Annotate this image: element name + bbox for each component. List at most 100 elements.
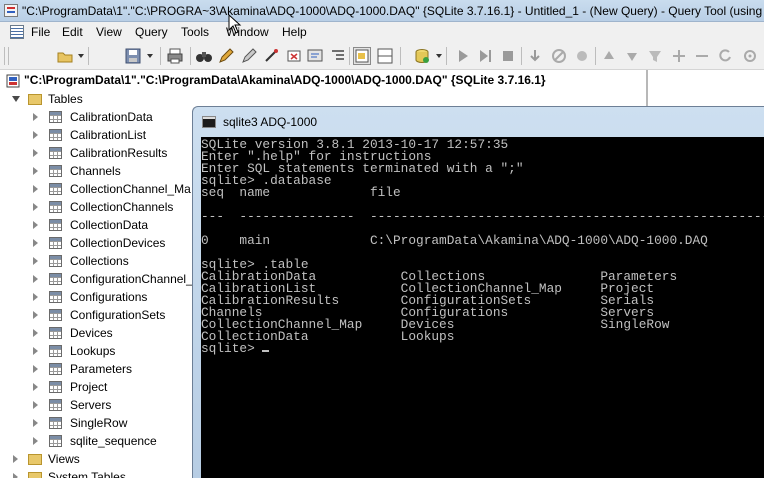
expand-arrow-icon[interactable]	[33, 419, 38, 427]
table-icon	[49, 381, 62, 393]
stop-icon[interactable]	[499, 47, 517, 65]
expand-arrow-icon[interactable]	[33, 365, 38, 373]
filter-icon[interactable]	[646, 47, 664, 65]
system-tables-folder-icon	[28, 472, 42, 478]
cylinder-icon[interactable]	[413, 47, 431, 65]
refresh-icon[interactable]	[716, 47, 734, 65]
table-label: Channels	[70, 164, 121, 178]
table-item[interactable]: Lookups	[0, 343, 196, 361]
toolbar-separator	[446, 47, 447, 65]
app-icon[interactable]	[4, 4, 18, 17]
database-dropdown-icon[interactable]	[436, 54, 442, 58]
expand-arrow-icon[interactable]	[33, 437, 38, 445]
expand-arrow-icon[interactable]	[33, 149, 38, 157]
table-label: CalibrationResults	[70, 146, 168, 160]
collapse-icon[interactable]	[693, 47, 711, 65]
indent-icon[interactable]	[329, 47, 347, 65]
expand-arrow-icon[interactable]	[13, 473, 18, 478]
table-item[interactable]: CalibrationResults	[0, 145, 196, 163]
table-label: CalibrationList	[70, 128, 147, 142]
move-down-icon[interactable]	[623, 47, 641, 65]
table-item[interactable]: Channels	[0, 163, 196, 181]
table-item[interactable]: Servers	[0, 397, 196, 415]
table-item[interactable]: CollectionChannels	[0, 199, 196, 217]
menu-edit[interactable]: Edit	[62, 25, 83, 39]
open-folder-icon[interactable]	[56, 47, 74, 65]
table-icon	[49, 255, 62, 267]
menu-help[interactable]: Help	[282, 25, 307, 39]
expand-arrow-icon[interactable]	[33, 383, 38, 391]
menu-file[interactable]: File	[31, 25, 50, 39]
table-item[interactable]: Devices	[0, 325, 196, 343]
table-item[interactable]: CalibrationData	[0, 109, 196, 127]
table-item[interactable]: SingleRow	[0, 415, 196, 433]
expand-arrow-icon[interactable]	[33, 113, 38, 121]
toolbar-separator	[190, 47, 191, 65]
step-into-icon[interactable]	[526, 47, 544, 65]
expand-arrow-icon[interactable]	[33, 203, 38, 211]
clear-text-icon[interactable]	[285, 47, 303, 65]
clear-icon[interactable]	[550, 47, 568, 65]
split-view-icon[interactable]	[376, 47, 394, 65]
expand-arrow-icon[interactable]	[33, 401, 38, 409]
expand-arrow-icon[interactable]	[33, 221, 38, 229]
menu-tools[interactable]: Tools	[181, 25, 209, 39]
expand-arrow-icon[interactable]	[33, 239, 38, 247]
table-item[interactable]: CollectionData	[0, 217, 196, 235]
expand-arrow-icon[interactable]	[33, 347, 38, 355]
collapse-arrow-icon[interactable]	[12, 96, 20, 102]
table-item[interactable]: sqlite_sequence	[0, 433, 196, 451]
expand-arrow-icon[interactable]	[33, 293, 38, 301]
expand-arrow-icon[interactable]	[33, 329, 38, 337]
table-label: Configurations	[70, 290, 148, 304]
grid-view-icon[interactable]	[353, 47, 371, 65]
save-icon[interactable]	[124, 47, 142, 65]
table-item[interactable]: Collections	[0, 253, 196, 271]
comment-icon[interactable]	[306, 47, 324, 65]
menu-query[interactable]: Query	[135, 25, 168, 39]
settings-icon[interactable]	[741, 47, 759, 65]
expand-arrow-icon[interactable]	[33, 257, 38, 265]
expand-arrow-icon[interactable]	[33, 311, 38, 319]
tables-node[interactable]: Tables	[0, 91, 200, 109]
console-window[interactable]: sqlite3 ADQ-1000 SQLite version 3.8.1 20…	[192, 106, 764, 478]
open-dropdown-icon[interactable]	[78, 54, 84, 58]
expand-arrow-icon[interactable]	[33, 275, 38, 283]
console-line: seq name file	[201, 186, 401, 199]
save-dropdown-icon[interactable]	[147, 54, 153, 58]
edit-pencil-icon[interactable]	[240, 47, 258, 65]
table-item[interactable]: CollectionDevices	[0, 235, 196, 253]
table-item[interactable]: Configurations	[0, 289, 196, 307]
pencil-icon[interactable]	[217, 47, 235, 65]
console-line-text: --- --------------- --------------------…	[201, 209, 764, 224]
print-icon[interactable]	[166, 47, 184, 65]
table-icon	[49, 147, 62, 159]
expand-icon[interactable]	[670, 47, 688, 65]
table-label: ConfigurationSets	[70, 308, 166, 322]
table-item[interactable]: ConfigurationChannel_	[0, 271, 196, 289]
table-item[interactable]: CalibrationList	[0, 127, 196, 145]
binoculars-icon[interactable]	[195, 47, 213, 65]
table-item[interactable]: ConfigurationSets	[0, 307, 196, 325]
table-item[interactable]: CollectionChannel_Ma	[0, 181, 196, 199]
document-icon[interactable]	[10, 25, 24, 39]
expand-arrow-icon[interactable]	[33, 185, 38, 193]
table-item[interactable]: Parameters	[0, 361, 196, 379]
move-up-icon[interactable]	[600, 47, 618, 65]
views-node[interactable]: Views	[0, 451, 200, 469]
menu-view[interactable]: View	[96, 25, 122, 39]
breakpoint-icon[interactable]	[573, 47, 591, 65]
expand-arrow-icon[interactable]	[33, 167, 38, 175]
views-folder-icon	[28, 454, 42, 465]
step-icon[interactable]	[476, 47, 494, 65]
system-tables-node[interactable]: System Tables	[0, 469, 200, 478]
table-label: Devices	[70, 326, 113, 340]
replace-icon[interactable]	[262, 47, 280, 65]
toolbar	[0, 42, 764, 70]
expand-arrow-icon[interactable]	[13, 455, 18, 463]
text-cursor	[262, 350, 270, 352]
expand-arrow-icon[interactable]	[33, 131, 38, 139]
table-item[interactable]: Project	[0, 379, 196, 397]
play-icon[interactable]	[454, 47, 472, 65]
console-screen[interactable]: SQLite version 3.8.1 2013-10-17 12:57:35…	[201, 137, 764, 478]
